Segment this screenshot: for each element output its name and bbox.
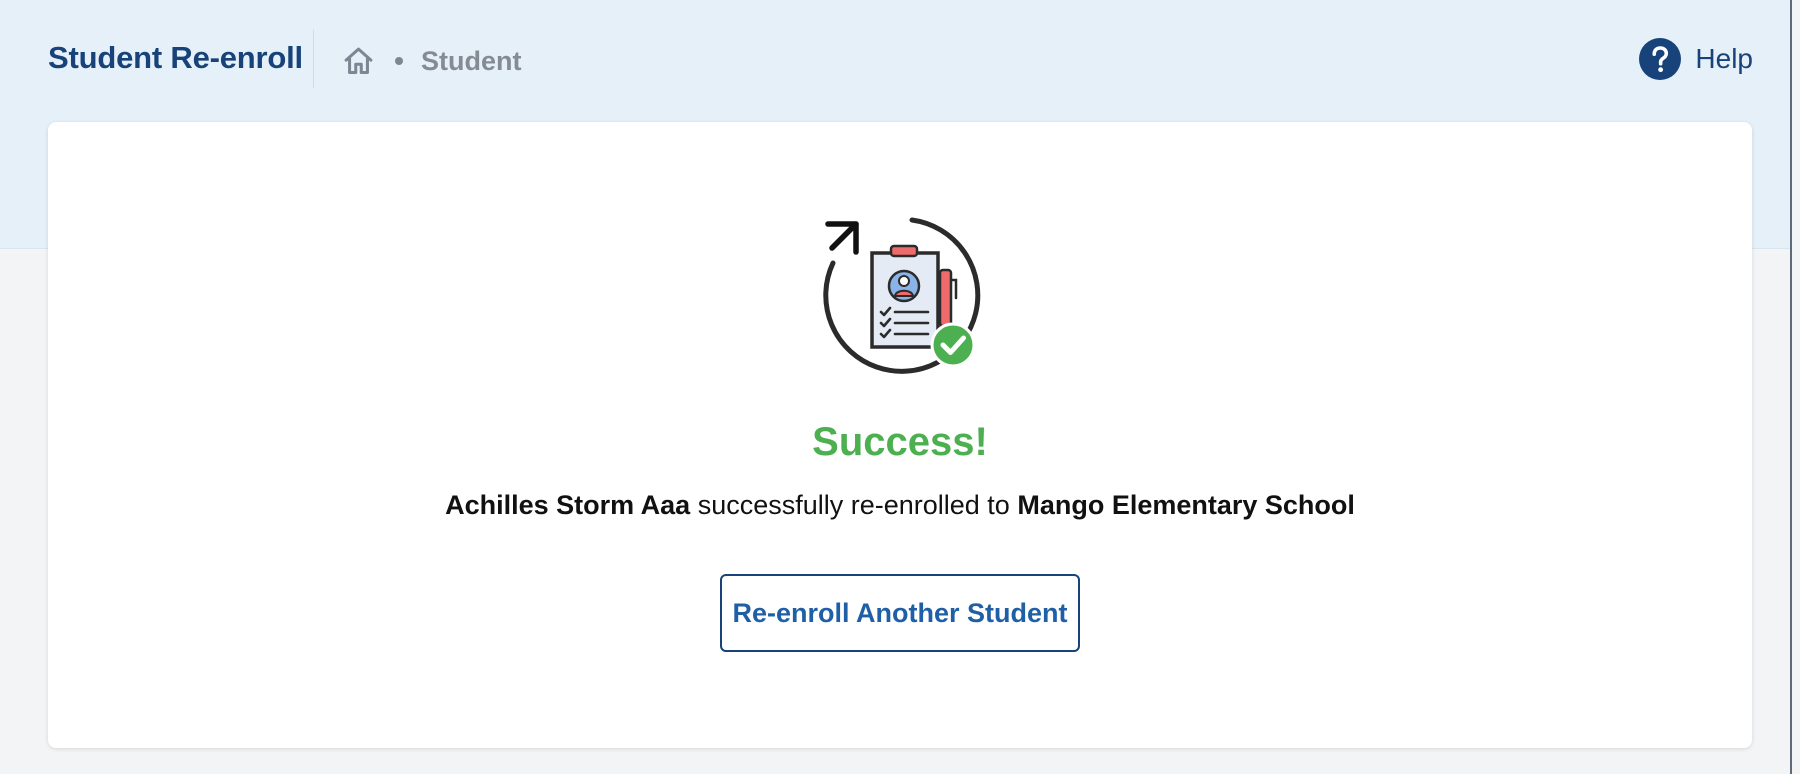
home-icon[interactable] xyxy=(342,45,375,78)
success-title: Success! xyxy=(812,420,988,464)
page-header: Student Re-enroll Student Help xyxy=(0,0,1790,120)
page-title: Student Re-enroll xyxy=(48,40,303,75)
message-text: successfully re-enrolled to xyxy=(690,490,1018,520)
help-label: Help xyxy=(1695,43,1753,74)
help-button[interactable]: Help xyxy=(1639,38,1753,80)
school-name: Mango Elementary School xyxy=(1017,490,1355,520)
reenroll-success-illustration xyxy=(823,217,981,374)
breadcrumb-separator xyxy=(395,57,403,65)
header-divider xyxy=(313,30,314,88)
student-name: Achilles Storm Aaa xyxy=(445,490,691,520)
scrollbar[interactable] xyxy=(1790,0,1800,774)
breadcrumb-current: Student xyxy=(421,45,522,76)
question-circle-icon xyxy=(1639,38,1682,80)
reenroll-another-student-button[interactable]: Re-enroll Another Student xyxy=(720,574,1080,652)
success-message: Achilles Storm Aaa successfully re-enrol… xyxy=(0,490,1800,521)
breadcrumb: Student xyxy=(342,44,522,78)
